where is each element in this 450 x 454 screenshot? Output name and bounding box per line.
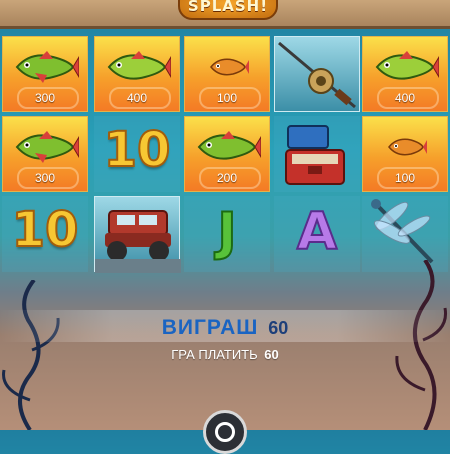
fish-icon — [15, 51, 79, 83]
letter-a-symbol: A — [274, 196, 360, 272]
letter-j-symbol: J — [184, 196, 270, 272]
fish-symbol: 100 — [184, 36, 270, 112]
fish-icon — [210, 58, 249, 76]
reel-3: 100 200 J — [184, 36, 272, 272]
truck-symbol — [94, 196, 181, 273]
spin-icon — [215, 422, 235, 442]
rod-symbol — [274, 36, 360, 112]
tackle-box-symbol — [274, 116, 360, 192]
fish-icon — [375, 51, 439, 80]
reel-1: 300 300 10 — [2, 36, 90, 272]
truck-icon — [95, 210, 181, 273]
fish-icon — [15, 131, 79, 163]
fish-icon — [107, 51, 171, 80]
pay-label: ГРА ПЛАТИТЬ — [171, 347, 258, 362]
fish-value: 100 — [394, 171, 416, 185]
fish-value: 200 — [216, 171, 238, 185]
fish-symbol: 200 — [184, 116, 270, 192]
win-line: ВИГРАШ 60 — [0, 316, 450, 340]
fish-symbol: 400 — [94, 36, 180, 112]
fish-value: 300 — [34, 171, 56, 185]
ten-symbol: 10 — [94, 116, 180, 192]
fish-symbol: 300 — [2, 36, 88, 112]
fish-icon — [388, 138, 427, 156]
reel-2: 400 10 — [94, 36, 182, 273]
top-banner: SPLASH! — [0, 0, 450, 29]
ten-symbol: 10 — [2, 196, 88, 272]
letter-j-text: J — [216, 201, 237, 263]
fish-value: 100 — [216, 91, 238, 105]
fish-value: 400 — [126, 91, 148, 105]
reel-5: 400 100 — [362, 36, 450, 272]
tackle-box-icon — [285, 125, 345, 185]
win-amount: 60 — [268, 318, 289, 338]
reel-4: A — [274, 36, 362, 272]
ten-text: 10 — [11, 201, 80, 259]
game-logo: SPLASH! — [178, 0, 278, 20]
fish-icon — [197, 131, 261, 160]
fish-value: 400 — [394, 91, 416, 105]
pay-amount: 60 — [264, 347, 279, 362]
fish-symbol: 400 — [362, 36, 448, 112]
ten-text: 10 — [103, 121, 172, 179]
pay-line: ГРА ПЛАТИТЬ 60 — [0, 347, 450, 362]
win-label: ВИГРАШ — [161, 316, 259, 339]
fish-symbol: 300 — [2, 116, 88, 192]
spin-button[interactable] — [203, 410, 247, 454]
fishing-rod-icon — [278, 41, 356, 109]
fish-value: 300 — [34, 91, 56, 105]
letter-a-text: A — [296, 201, 338, 263]
seaweed-right — [395, 260, 448, 430]
fish-symbol: 100 — [362, 116, 448, 192]
reels-grid: 300 300 10 400 10 100 200 J A 400 100 — [2, 36, 450, 273]
